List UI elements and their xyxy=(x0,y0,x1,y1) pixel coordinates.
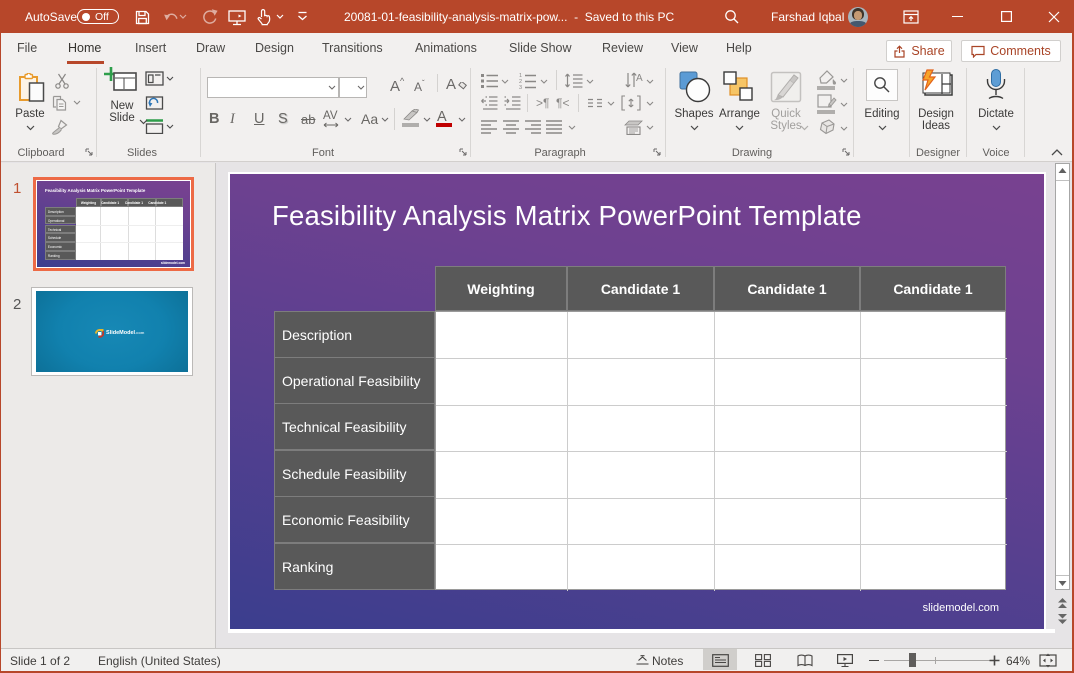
svg-text:3: 3 xyxy=(519,85,522,89)
svg-text:A: A xyxy=(636,73,643,84)
